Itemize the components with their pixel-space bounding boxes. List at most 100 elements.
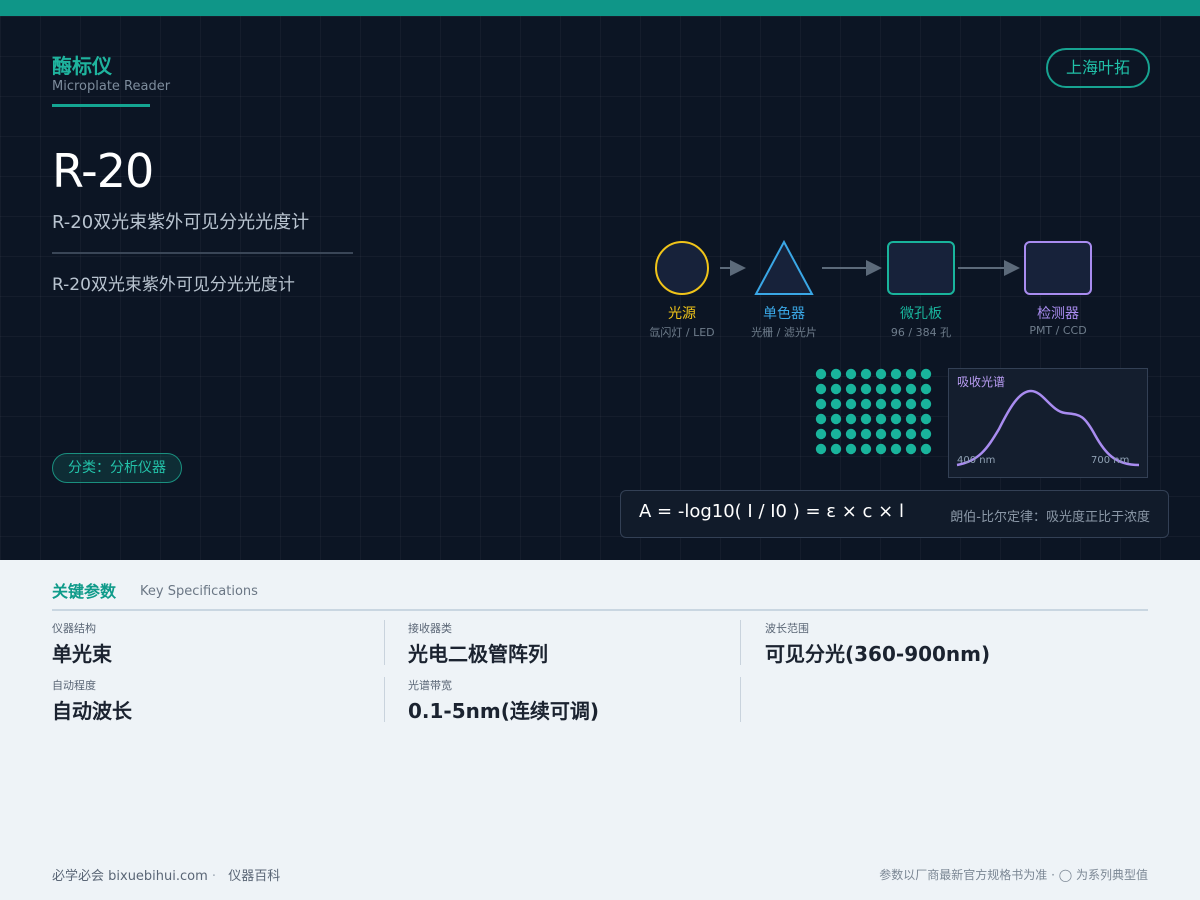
well-dot [860, 398, 872, 410]
formula-box: A = -log10( I / I0 ) = ε × c × l 朗伯-比尔定律… [620, 490, 1169, 538]
footer-site-link[interactable]: 必学必会 bixuebihui.com [52, 869, 208, 884]
well-dot [815, 368, 827, 380]
stage-sub-detector: PMT / CCD [1029, 324, 1087, 337]
spec-divider [384, 677, 385, 722]
well-dot [830, 398, 842, 410]
well-dot [920, 443, 932, 455]
well-dot [815, 383, 827, 395]
formula-note: 朗伯-比尔定律：吸光度正比于浓度 [950, 510, 1150, 525]
well-dot [845, 443, 857, 455]
brand-badge: 上海叶拓 [1046, 48, 1150, 88]
well-dot [890, 428, 902, 440]
well-dot [905, 443, 917, 455]
well-dot [920, 428, 932, 440]
spec-value: 单光束 [52, 642, 112, 666]
spec-divider [384, 620, 385, 665]
spec-label: 自动程度 [52, 679, 96, 692]
well-dot [875, 413, 887, 425]
stage-label-light-source: 光源 [668, 306, 696, 322]
well-dot [905, 428, 917, 440]
model-description: R-20双光束紫外可见分光光度计 [52, 275, 295, 295]
category-title: 酶标仪 [52, 54, 112, 78]
absorption-spectrum: 吸收光谱 400 nm 700 nm [948, 368, 1148, 478]
specs-subtitle: Key Specifications [140, 584, 258, 599]
spec-label: 接收器类 [408, 622, 452, 635]
well-dot [860, 383, 872, 395]
well-dot [845, 368, 857, 380]
well-dot [860, 443, 872, 455]
category-underline [52, 104, 150, 107]
stage-sub-light-source: 氙闪灯 / LED [649, 326, 715, 339]
well-dot [830, 428, 842, 440]
well-dot [920, 398, 932, 410]
spec-item: 接收器类 光电二极管阵列 [408, 620, 548, 667]
spec-label: 仪器结构 [52, 622, 96, 635]
well-dot [875, 398, 887, 410]
divider [52, 252, 353, 254]
spec-label: 光谱带宽 [408, 679, 452, 692]
well-dot [830, 368, 842, 380]
light-source-icon [655, 241, 709, 295]
spec-value: 光电二极管阵列 [408, 642, 548, 666]
footer-section-link[interactable]: 仪器百科 [228, 869, 280, 884]
well-dot [830, 413, 842, 425]
well-dot [920, 368, 932, 380]
well-dot [815, 428, 827, 440]
spectrum-axis-right: 700 nm [1091, 455, 1129, 466]
footer-left: 必学必会 bixuebihui.com · 仪器百科 [52, 865, 280, 884]
stage-label-detector: 检测器 [1037, 306, 1079, 322]
spec-divider [740, 620, 741, 665]
stage-label-monochromator: 单色器 [763, 306, 805, 322]
well-dot [815, 398, 827, 410]
well-dot [860, 428, 872, 440]
well-dot [920, 413, 932, 425]
spec-value: 0.1-5nm(连续可调) [408, 699, 600, 723]
well-dot [875, 428, 887, 440]
well-dot [890, 398, 902, 410]
category-subtitle: Microplate Reader [52, 79, 171, 94]
model-subtitle: R-20双光束紫外可见分光光度计 [52, 212, 310, 233]
category-tag: 分类：分析仪器 [52, 453, 182, 483]
model-title: R-20 [52, 144, 154, 198]
microplate-icon [887, 241, 955, 295]
well-dot [815, 443, 827, 455]
well-dot [845, 413, 857, 425]
well-dot [815, 413, 827, 425]
well-dot [830, 443, 842, 455]
well-dot [905, 398, 917, 410]
specs-divider [52, 609, 1148, 611]
well-dot [905, 413, 917, 425]
footer-separator: · [211, 869, 221, 884]
stage-sub-monochromator: 光栅 / 滤光片 [751, 326, 817, 339]
beer-lambert-formula: A = -log10( I / I0 ) = ε × c × l [639, 501, 904, 522]
well-dot [890, 368, 902, 380]
spectrum-curve: 400 nm 700 nm [956, 389, 1140, 467]
well-dot [905, 368, 917, 380]
spec-item: 自动程度 自动波长 [52, 677, 132, 724]
well-dot [890, 413, 902, 425]
well-plate-icon [815, 368, 932, 455]
stage-label-microplate: 微孔板 [900, 306, 942, 322]
spec-item: 波长范围 可见分光(360-900nm) [765, 620, 990, 667]
stage-sub-microplate: 96 / 384 孔 [890, 326, 952, 339]
spec-item: 仪器结构 单光束 [52, 620, 112, 667]
detector-icon [1024, 241, 1092, 295]
well-dot [875, 383, 887, 395]
well-dot [905, 383, 917, 395]
well-dot [875, 368, 887, 380]
well-dot [860, 368, 872, 380]
well-dot [845, 383, 857, 395]
footer-note: 参数以厂商最新官方规格书为准 · ◯ 为系列典型值 [879, 868, 1148, 882]
hero-panel: 酶标仪 Microplate Reader 上海叶拓 R-20 R-20双光束紫… [0, 16, 1200, 560]
monochromator-icon [754, 239, 814, 295]
well-dot [920, 383, 932, 395]
spec-divider [740, 677, 741, 722]
well-dot [860, 413, 872, 425]
well-dot [890, 443, 902, 455]
well-dot [890, 383, 902, 395]
well-dot [875, 443, 887, 455]
well-dot [845, 398, 857, 410]
spectrum-axis-left: 400 nm [957, 455, 995, 466]
spec-value: 可见分光(360-900nm) [765, 642, 991, 666]
spec-label: 波长范围 [765, 622, 809, 635]
